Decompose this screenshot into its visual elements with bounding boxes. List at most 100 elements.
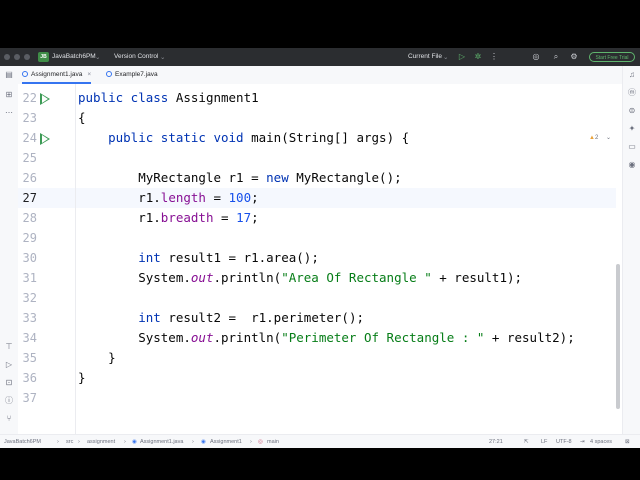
cursor-position[interactable]: 27:21	[489, 439, 503, 445]
code-editor[interactable]: 22 public class Assignment1 23 { 24 publ…	[18, 84, 622, 434]
code-text[interactable]: r1.length = 100;	[78, 188, 258, 208]
chevron-down-icon[interactable]: ⌄	[606, 134, 611, 141]
breadcrumb-method[interactable]: main	[267, 439, 279, 445]
code-line[interactable]: 29	[18, 228, 616, 248]
terminal-tool-icon[interactable]: ⊡	[4, 378, 14, 388]
code-line[interactable]: 30 int result1 = r1.area();	[18, 248, 616, 268]
file-encoding[interactable]: UTF-8	[556, 439, 572, 445]
indent-setting[interactable]: 4 spaces	[590, 439, 612, 445]
run-icon[interactable]: ▷	[457, 52, 467, 62]
line-number: 30	[22, 251, 37, 265]
indent-icon: ⇥	[580, 439, 585, 445]
code-line[interactable]: 25	[18, 148, 616, 168]
more-tools-icon[interactable]: ⋯	[4, 108, 14, 118]
breadcrumb-class[interactable]: Assignment1	[210, 439, 242, 445]
code-line[interactable]: 22 public class Assignment1	[18, 88, 616, 108]
tab-example7[interactable]: Example7.java	[106, 66, 158, 84]
notifications-icon[interactable]: ♫	[627, 70, 637, 80]
code-text[interactable]: int result2 = r1.perimeter();	[78, 308, 364, 328]
line-number: 23	[22, 111, 37, 125]
chevron-right-icon: ›	[250, 439, 252, 445]
tab-assignment1[interactable]: Assignment1.java ×	[22, 66, 92, 84]
code-line[interactable]: 36 }	[18, 368, 616, 388]
more-actions-icon[interactable]: ⋮	[489, 52, 499, 62]
warnings-indicator[interactable]: ▲2	[589, 135, 598, 141]
share-icon[interactable]: ⇱	[524, 439, 529, 445]
database-tool-icon[interactable]: ⊜	[627, 106, 637, 116]
code-text[interactable]: }	[78, 348, 116, 368]
code-line[interactable]: 28 r1.breadth = 17;	[18, 208, 616, 228]
run-class-icon[interactable]	[40, 93, 50, 105]
debug-icon[interactable]: ✲	[473, 52, 483, 62]
line-number: 33	[22, 311, 37, 325]
code-line[interactable]: 35 }	[18, 348, 616, 368]
gradle-tool-icon[interactable]: ▭	[627, 142, 637, 152]
code-line[interactable]: 34 System.out.println("Perimeter Of Rect…	[18, 328, 616, 348]
code-line[interactable]: 26 MyRectangle r1 = new MyRectangle();	[18, 168, 616, 188]
coverage-tool-icon[interactable]: ◉	[627, 160, 637, 170]
start-free-trial-button[interactable]: Start Free Trial	[589, 52, 635, 62]
breadcrumb-file[interactable]: Assignment1.java	[140, 439, 183, 445]
code-line[interactable]: 24 public static void main(String[] args…	[18, 128, 616, 148]
line-number: 24	[22, 131, 37, 145]
problems-tool-icon[interactable]: ⓘ	[4, 396, 14, 406]
chevron-right-icon: ›	[192, 439, 194, 445]
code-text[interactable]: r1.breadth = 17;	[78, 208, 258, 228]
code-text[interactable]: public class Assignment1	[78, 88, 259, 108]
line-number: 36	[22, 371, 37, 385]
line-number: 27	[22, 191, 37, 205]
breadcrumb-project[interactable]: JavaBatch6PM	[4, 439, 41, 445]
vertical-scrollbar[interactable]	[616, 264, 620, 409]
settings-gear-icon[interactable]: ⚙	[569, 52, 579, 62]
code-text[interactable]: public static void main(String[] args) {	[78, 128, 409, 148]
code-with-me-icon[interactable]: ◎	[531, 52, 541, 62]
code-line[interactable]: 33 int result2 = r1.perimeter();	[18, 308, 616, 328]
code-text[interactable]: {	[78, 108, 86, 128]
editor-tabs: Assignment1.java × Example7.java	[18, 66, 622, 85]
chevron-down-icon: ⌄	[443, 54, 449, 61]
right-tool-strip: ♫ ⓜ ⊜ ✦ ▭ ◉	[622, 66, 640, 434]
project-badge[interactable]: JB	[38, 52, 49, 62]
line-number: 34	[22, 331, 37, 345]
maven-tool-icon[interactable]: ⓜ	[627, 88, 637, 98]
code-text[interactable]: int result1 = r1.area();	[78, 248, 319, 268]
breadcrumb-src[interactable]: src	[66, 439, 73, 445]
line-number: 37	[22, 391, 37, 405]
breadcrumb-package[interactable]: assignment	[87, 439, 115, 445]
build-tool-icon[interactable]: ⊤	[4, 342, 14, 352]
version-control-menu[interactable]: Version Control	[114, 53, 158, 60]
line-number: 28	[22, 211, 37, 225]
line-number: 22	[22, 91, 37, 105]
class-file-icon	[22, 71, 28, 77]
code-line[interactable]: 27 r1.length = 100;	[18, 188, 616, 208]
lock-icon[interactable]: ⊠	[625, 439, 630, 445]
code-text[interactable]: System.out.println("Area Of Rectangle " …	[78, 268, 522, 288]
run-config-selector[interactable]: Current File	[408, 53, 442, 60]
minimize-window-button[interactable]	[14, 54, 20, 60]
code-line[interactable]: 23 {	[18, 108, 616, 128]
line-number: 31	[22, 271, 37, 285]
run-main-icon[interactable]	[40, 133, 50, 145]
close-window-button[interactable]	[4, 54, 10, 60]
class-icon: ◉	[201, 439, 206, 445]
line-separator[interactable]: LF	[541, 439, 547, 445]
code-text[interactable]: System.out.println("Perimeter Of Rectang…	[78, 328, 575, 348]
git-tool-icon[interactable]: ⑂	[4, 414, 14, 424]
maximize-window-button[interactable]	[24, 54, 30, 60]
run-tool-icon[interactable]: ▷	[4, 360, 14, 370]
title-bar: JB JavaBatch6PM ⌄ Version Control ⌄ Curr…	[0, 48, 640, 66]
close-tab-icon[interactable]: ×	[87, 71, 91, 78]
search-icon[interactable]: ⌕	[551, 52, 561, 62]
chevron-right-icon: ›	[78, 439, 80, 445]
project-name-menu[interactable]: JavaBatch6PM	[52, 53, 96, 60]
structure-tool-icon[interactable]: ⊞	[4, 90, 14, 100]
ai-assistant-icon[interactable]: ✦	[627, 124, 637, 134]
status-bar: JavaBatch6PM › src › assignment › ◉ Assi…	[0, 434, 640, 448]
code-text[interactable]: MyRectangle r1 = new MyRectangle();	[78, 168, 401, 188]
code-text[interactable]: }	[78, 368, 86, 388]
code-line[interactable]: 37	[18, 388, 616, 408]
project-tool-icon[interactable]: ▤	[4, 70, 14, 80]
code-line[interactable]: 32	[18, 288, 616, 308]
left-tool-strip: ▤ ⊞ ⋯ ⊤ ▷ ⊡ ⓘ ⑂	[0, 66, 19, 434]
code-line[interactable]: 31 System.out.println("Area Of Rectangle…	[18, 268, 616, 288]
